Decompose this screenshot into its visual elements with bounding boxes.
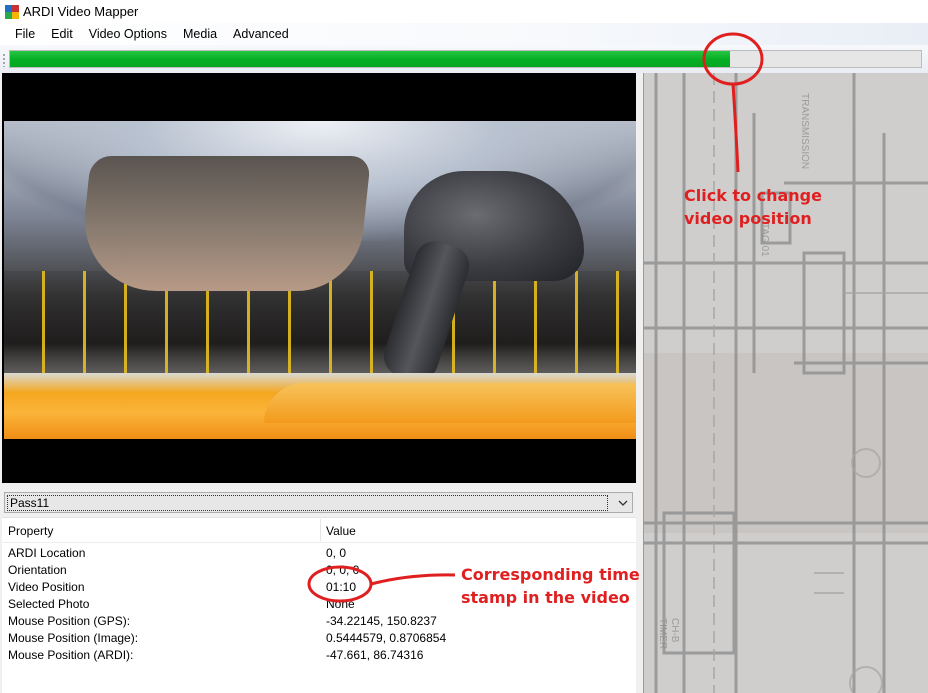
property-row[interactable]: ARDI Location 0, 0	[2, 545, 636, 562]
video-seek-bar[interactable]	[9, 50, 922, 68]
schematic-map[interactable]: TRANSMISSION TAG 01 CH-B TIMER	[643, 73, 928, 693]
menu-video-options[interactable]: Video Options	[81, 23, 175, 45]
video-frame[interactable]	[4, 121, 636, 439]
seek-annotation-text: Click to change video position	[684, 186, 822, 228]
app-window: ARDI Video Mapper File Edit Video Option…	[0, 0, 928, 693]
property-name: Orientation	[8, 563, 67, 577]
property-value: 0, 0, 0	[326, 563, 360, 577]
property-value: None	[326, 597, 355, 611]
map-label: TRANSMISSION	[799, 93, 810, 169]
property-row[interactable]: Mouse Position (Image): 0.5444579, 0.870…	[2, 630, 636, 647]
pass-select[interactable]: Pass11	[4, 492, 633, 513]
property-name: Mouse Position (GPS):	[8, 614, 131, 628]
property-value: -47.661, 86.74316	[326, 648, 424, 662]
menu-file[interactable]: File	[7, 23, 43, 45]
column-header-value[interactable]: Value	[326, 524, 356, 538]
property-name: ARDI Location	[8, 546, 86, 560]
property-value: 0, 0	[326, 546, 347, 560]
video-position-value: 01:10	[326, 580, 357, 594]
chevron-down-icon[interactable]	[614, 493, 632, 512]
menu-media[interactable]: Media	[175, 23, 225, 45]
property-value: -34.22145, 150.8237	[326, 614, 437, 628]
video-player[interactable]	[2, 73, 636, 483]
menu-bar: File Edit Video Options Media Advanced	[0, 23, 928, 45]
property-name: Mouse Position (Image):	[8, 631, 139, 645]
column-header-property[interactable]: Property	[8, 524, 53, 538]
toolbar-grip-icon	[3, 53, 5, 67]
app-icon	[5, 4, 19, 19]
property-name: Mouse Position (ARDI):	[8, 648, 134, 662]
property-grid-header: Property Value	[2, 518, 636, 543]
property-name: Video Position	[8, 580, 85, 594]
window-title: ARDI Video Mapper	[23, 4, 139, 19]
seek-toolbar	[0, 45, 928, 73]
map-label: CH-B	[669, 618, 680, 643]
property-name: Selected Photo	[8, 597, 90, 611]
schematic-drawing: TRANSMISSION TAG 01 CH-B TIMER	[644, 73, 928, 693]
title-bar: ARDI Video Mapper	[0, 0, 928, 23]
menu-edit[interactable]: Edit	[43, 23, 81, 45]
property-value: 0.5444579, 0.8706854	[326, 631, 447, 645]
seek-bar-fill	[10, 51, 730, 67]
map-label: TIMER	[657, 618, 668, 649]
timestamp-annotation-text: Corresponding time stamp in the video	[461, 565, 640, 607]
property-row[interactable]: Mouse Position (ARDI): -47.661, 86.74316	[2, 647, 636, 664]
menu-advanced[interactable]: Advanced	[225, 23, 297, 45]
pass-select-value: Pass11	[7, 494, 608, 511]
property-row[interactable]: Mouse Position (GPS): -34.22145, 150.823…	[2, 613, 636, 630]
